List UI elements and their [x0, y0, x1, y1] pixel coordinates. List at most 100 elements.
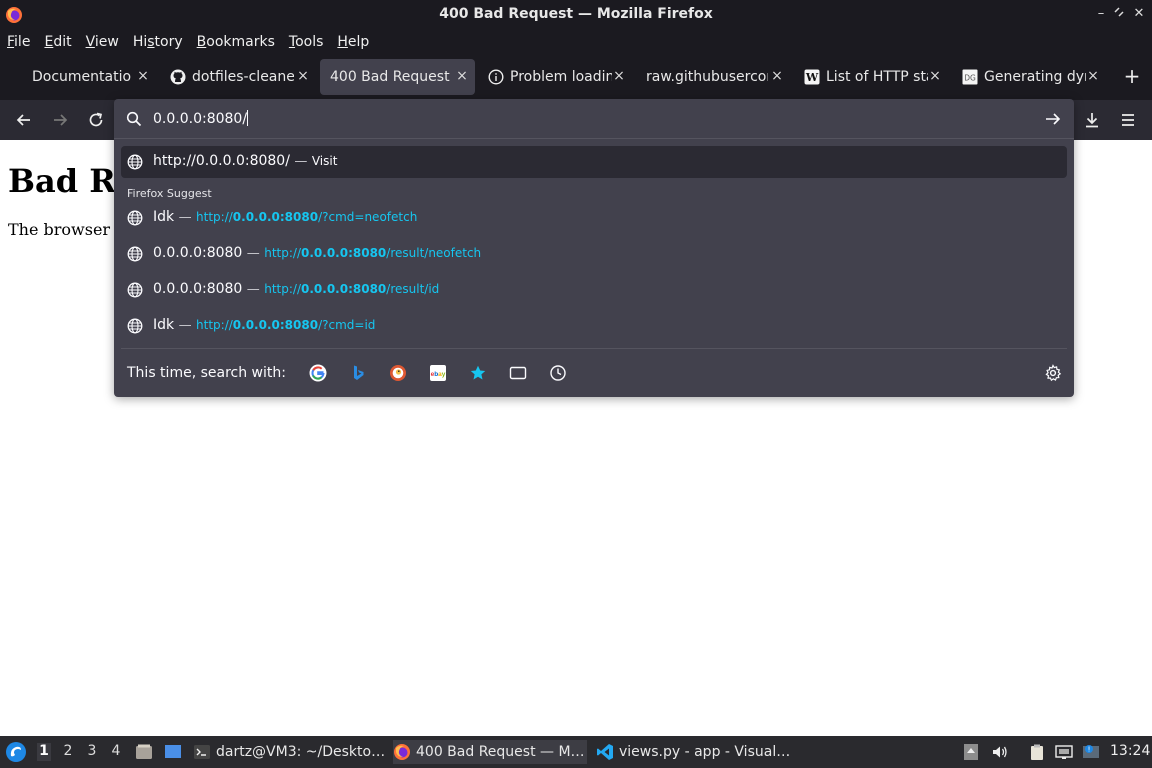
suggestion-text: Idk — http://0.0.0.0:8080/?cmd=id: [153, 317, 376, 333]
suggestion-heuristic-row[interactable]: http://0.0.0.0:8080/ — Visit: [121, 146, 1067, 178]
notification-icon[interactable]: !: [1082, 743, 1100, 761]
close-tab-icon[interactable]: ×: [770, 69, 784, 83]
firefox-icon: [394, 744, 410, 760]
menu-view[interactable]: View: [86, 34, 119, 50]
menu-bar: File Edit View History Bookmarks Tools H…: [0, 30, 1152, 53]
gear-icon[interactable]: [1044, 364, 1062, 382]
dg-icon: DG: [962, 69, 978, 85]
tab-label: Generating dyn: [984, 69, 1086, 85]
globe-icon: [127, 154, 143, 170]
close-window-button[interactable]: ✕: [1130, 5, 1148, 23]
restore-icon: [1114, 7, 1124, 17]
desktop-icon[interactable]: [164, 743, 182, 761]
tab-list-of-http-status[interactable]: W List of HTTP sta ×: [794, 59, 948, 95]
svg-text:!: !: [1088, 746, 1091, 754]
info-icon: [488, 69, 504, 85]
workspace-1[interactable]: 1: [37, 743, 51, 761]
globe-icon: [127, 246, 143, 262]
tray-arrow-icon[interactable]: [962, 743, 980, 761]
window-titlebar: 400 Bad Request — Mozilla Firefox – ✕: [0, 0, 1152, 30]
menu-help[interactable]: Help: [337, 34, 369, 50]
new-tab-button[interactable]: +: [1122, 66, 1142, 86]
task-terminal[interactable]: dartz@VM3: ~/Deskto…: [193, 740, 385, 764]
window-title: 400 Bad Request — Mozilla Firefox: [439, 6, 713, 22]
volume-icon[interactable]: [991, 743, 1009, 761]
duckduckgo-icon[interactable]: [389, 364, 407, 382]
tab-label: Problem loading: [510, 69, 612, 85]
history-clock-icon[interactable]: [549, 364, 567, 382]
go-arrow-icon[interactable]: [1044, 111, 1062, 127]
close-tab-icon[interactable]: ×: [136, 69, 150, 83]
tab-dotfiles-cleaner[interactable]: dotfiles-cleaner ×: [160, 59, 316, 95]
restore-button[interactable]: [1110, 5, 1128, 23]
file-manager-icon[interactable]: [135, 743, 153, 761]
svg-text:DG: DG: [964, 74, 976, 83]
suggestion-row[interactable]: Idk — http://0.0.0.0:8080/?cmd=id: [121, 310, 1067, 342]
wikipedia-icon: W: [804, 69, 820, 85]
search-with-label: This time, search with:: [127, 365, 286, 381]
task-firefox[interactable]: 400 Bad Request — M…: [393, 740, 587, 764]
svg-text:ebay: ebay: [431, 371, 446, 378]
clipboard-icon[interactable]: [1028, 743, 1046, 761]
search-icon: [126, 111, 142, 127]
urlbar-panel: 0.0.0.0:8080/ http://0.0.0.0:8080/ — Vis…: [114, 99, 1074, 397]
menu-tools[interactable]: Tools: [289, 34, 324, 50]
back-icon[interactable]: [14, 110, 34, 130]
start-menu-icon[interactable]: [5, 741, 27, 763]
menu-bookmarks[interactable]: Bookmarks: [197, 34, 275, 50]
suggestion-row[interactable]: Idk — http://0.0.0.0:8080/?cmd=neofetch: [121, 202, 1067, 234]
suggestion-text: 0.0.0.0:8080 — http://0.0.0.0:8080/resul…: [153, 281, 440, 297]
tab-problem-loading[interactable]: Problem loading ×: [478, 59, 632, 95]
tab-generating-dynamic[interactable]: DG Generating dyn ×: [952, 59, 1106, 95]
clock: 13:24: [1110, 743, 1151, 759]
workspace-2[interactable]: 2: [61, 743, 75, 761]
tab-label: Documentation: [32, 69, 132, 85]
close-tab-icon[interactable]: ×: [1086, 69, 1100, 83]
bookmarks-star-icon[interactable]: [469, 364, 487, 382]
tab-label: dotfiles-cleaner: [192, 69, 294, 85]
google-icon[interactable]: [309, 364, 327, 382]
close-tab-icon[interactable]: ×: [455, 69, 469, 83]
close-tab-icon[interactable]: ×: [296, 69, 310, 83]
suggestion-text: 0.0.0.0:8080 — http://0.0.0.0:8080/resul…: [153, 245, 482, 261]
globe-icon: [127, 282, 143, 298]
bing-icon[interactable]: [349, 364, 367, 382]
close-tab-icon[interactable]: ×: [612, 69, 626, 83]
task-label: dartz@VM3: ~/Deskto…: [216, 744, 385, 760]
urlbar-input-row[interactable]: 0.0.0.0:8080/: [114, 99, 1074, 139]
downloads-icon[interactable]: [1082, 110, 1102, 130]
app-menu-icon[interactable]: [1118, 110, 1138, 130]
tab-documentation[interactable]: Documentation ×: [22, 59, 156, 95]
divider: [121, 348, 1067, 349]
minimize-button[interactable]: –: [1092, 5, 1110, 23]
tab-raw-githubusercontent[interactable]: raw.githubuserconte ×: [636, 59, 790, 95]
tab-label: List of HTTP sta: [826, 69, 928, 85]
page-text: The browser: [8, 220, 111, 239]
suggestion-text: Idk — http://0.0.0.0:8080/?cmd=neofetch: [153, 209, 418, 225]
close-tab-icon[interactable]: ×: [928, 69, 942, 83]
tab-400-bad-request[interactable]: 400 Bad Request ×: [320, 59, 475, 95]
workspace-3[interactable]: 3: [85, 743, 99, 761]
svg-text:W: W: [805, 71, 819, 84]
menu-file[interactable]: File: [7, 34, 30, 50]
menu-history[interactable]: History: [133, 34, 183, 50]
text-caret: [247, 110, 249, 126]
menu-edit[interactable]: Edit: [44, 34, 71, 50]
network-icon[interactable]: [1055, 743, 1073, 761]
github-icon: [170, 69, 186, 85]
terminal-icon: [194, 745, 210, 759]
suggest-group-label: Firefox Suggest: [127, 187, 212, 200]
reload-icon[interactable]: [86, 110, 106, 130]
tabs-icon[interactable]: [509, 364, 527, 382]
suggestion-row[interactable]: 0.0.0.0:8080 — http://0.0.0.0:8080/resul…: [121, 274, 1067, 306]
vscode-icon: [597, 744, 613, 760]
ebay-icon[interactable]: ebay: [429, 364, 447, 382]
task-vscode[interactable]: views.py - app - Visual…: [596, 740, 792, 764]
tab-label: 400 Bad Request: [330, 69, 450, 85]
forward-icon[interactable]: [50, 110, 70, 130]
workspace-4[interactable]: 4: [109, 743, 123, 761]
task-label: views.py - app - Visual…: [619, 744, 791, 760]
urlbar-input[interactable]: 0.0.0.0:8080/: [153, 110, 249, 127]
suggestion-row[interactable]: 0.0.0.0:8080 — http://0.0.0.0:8080/resul…: [121, 238, 1067, 270]
globe-icon: [127, 210, 143, 226]
